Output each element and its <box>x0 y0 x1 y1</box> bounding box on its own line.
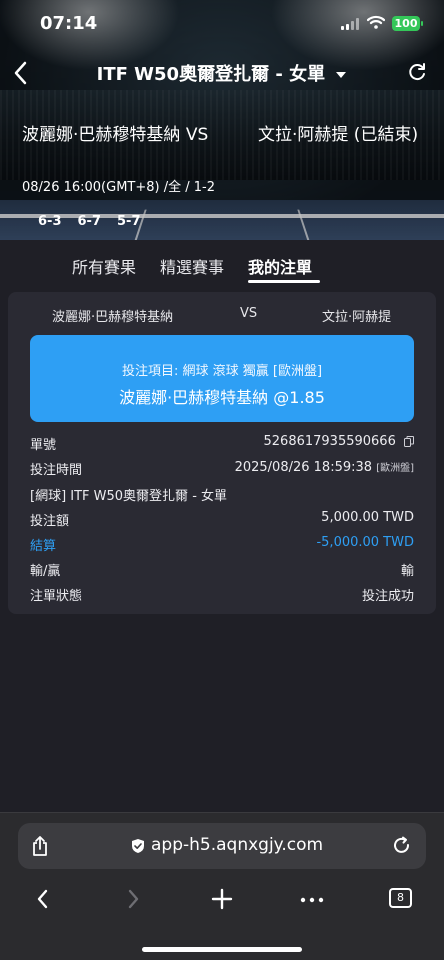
tabs-count-button[interactable]: 8 <box>389 888 412 908</box>
bet-selection-box: 投注項目: 網球 滾球 獨贏 [歐洲盤] 波麗娜·巴赫穆特基納 @1.85 <box>30 335 414 422</box>
ticket-number-row: 單號 5268617935590666 <box>30 434 414 456</box>
home-team-name: 波麗娜·巴赫穆特基納 VS <box>22 125 209 145</box>
stake-label: 投注額 <box>30 514 70 529</box>
set-score: 6-3 <box>38 214 62 229</box>
wifi-icon <box>367 15 385 29</box>
browser-back-icon[interactable] <box>34 887 52 911</box>
bet-away-team: 文拉·阿赫提 <box>322 310 392 325</box>
win-loss-label: 輸/贏 <box>30 564 61 579</box>
stake-value: 5,000.00 TWD <box>321 510 414 525</box>
copy-icon[interactable] <box>404 436 414 447</box>
bet-item-line: 投注項目: 網球 滾球 獨贏 [歐洲盤] <box>121 364 323 379</box>
bet-selection: 波麗娜·巴赫穆特基納 @1.85 <box>119 388 325 407</box>
reload-icon[interactable] <box>392 836 412 856</box>
active-tab-indicator <box>248 280 320 283</box>
bet-slip-card: 波麗娜·巴赫穆特基納 VS 文拉·阿赫提 投注項目: 網球 滾球 獨贏 [歐洲盤… <box>8 292 436 614</box>
tab-featured-events[interactable]: 精選賽事 <box>160 254 224 278</box>
url-text: app-h5.aqnxgjy.com <box>151 835 324 855</box>
bet-matchup: 波麗娜·巴赫穆特基納 VS 文拉·阿赫提 <box>8 306 436 326</box>
league-title: ITF W50奧爾登扎爾 - 女單 <box>96 64 326 85</box>
refresh-icon[interactable] <box>406 61 428 83</box>
bet-status-row: 注單狀態 投注成功 <box>30 585 414 607</box>
share-icon[interactable] <box>31 835 49 857</box>
battery-icon: 100 <box>392 16 423 31</box>
bet-event-label: [網球] ITF W50奧爾登扎爾 - 女單 <box>30 489 228 504</box>
match-time-info: 08/26 16:00(GMT+8) /全 / 1-2 <box>22 180 215 195</box>
results-tabs: 所有賽果 精選賽事 我的注單 <box>0 240 444 284</box>
home-indicator[interactable] <box>142 947 302 952</box>
page-title[interactable]: ITF W50奧爾登扎爾 - 女單 <box>60 60 384 86</box>
browser-forward-icon[interactable] <box>124 887 142 911</box>
settlement-label: 結算 <box>30 539 57 554</box>
bet-time-label: 投注時間 <box>30 463 83 478</box>
more-options-icon[interactable] <box>300 897 324 903</box>
stake-row: 投注額 5,000.00 TWD <box>30 510 414 532</box>
ticket-number-label: 單號 <box>30 438 57 453</box>
tab-all-results[interactable]: 所有賽果 <box>72 254 136 278</box>
set-score: 6-7 <box>77 214 102 229</box>
bet-time-row: 投注時間 2025/08/26 18:59:38 [歐洲盤] <box>30 459 414 481</box>
bet-time-value: 2025/08/26 18:59:38 [歐洲盤] <box>234 460 414 475</box>
bet-status-value: 投注成功 <box>361 589 414 604</box>
caret-down-icon <box>336 72 347 78</box>
cellular-signal-icon <box>341 18 361 30</box>
back-arrow-icon[interactable] <box>10 58 32 88</box>
address-bar[interactable]: app-h5.aqnxgjy.com <box>18 823 426 869</box>
win-loss-value: 輸 <box>400 564 414 579</box>
away-team-name: 文拉·阿赫提 (已結束) <box>258 125 419 145</box>
bet-home-team: 波麗娜·巴赫穆特基納 <box>52 310 174 325</box>
tab-my-bets[interactable]: 我的注單 <box>248 254 312 278</box>
ticket-number-value: 5268617935590666 <box>264 434 414 449</box>
bet-event-row: [網球] ITF W50奧爾登扎爾 - 女單 <box>30 485 414 507</box>
bet-vs-label: VS <box>240 306 258 321</box>
set-scores: 6-3 6-7 5-7 <box>38 214 141 229</box>
bet-status-label: 注單狀態 <box>30 589 83 604</box>
browser-toolbar: app-h5.aqnxgjy.com 8 <box>0 812 444 960</box>
shield-check-icon <box>132 839 144 853</box>
new-tab-plus-icon[interactable] <box>211 887 233 911</box>
settlement-row: 結算 -5,000.00 TWD <box>30 535 414 557</box>
win-loss-row: 輸/贏 輸 <box>30 560 414 582</box>
status-bar: 07:14 100 <box>0 0 444 48</box>
set-score: 5-7 <box>117 214 141 229</box>
settlement-value: -5,000.00 TWD <box>316 535 414 550</box>
status-time: 07:14 <box>40 13 98 34</box>
